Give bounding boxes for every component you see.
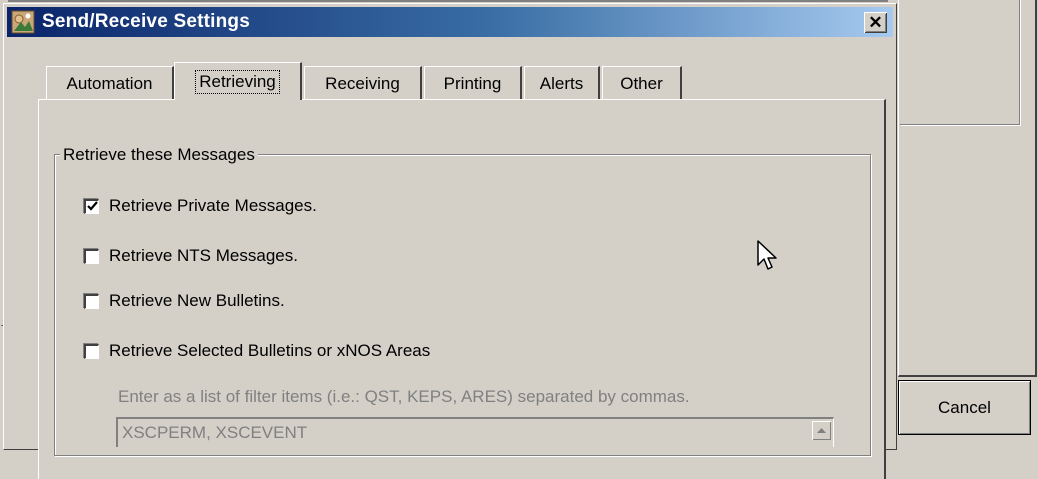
tab-alerts[interactable]: Alerts [524,66,600,100]
checkbox-retrieve-new-bulletins[interactable]: Retrieve New Bulletins. [84,291,285,311]
tab-label: Retrieving [195,69,280,94]
filter-hint: Enter as a list of filter items (i.e.: Q… [118,387,690,406]
checkbox-label: Retrieve Selected Bulletins or xNOS Area… [109,341,431,360]
tab-label: Automation [66,73,153,93]
background-toolbar-edge [8,0,888,2]
checkbox-box[interactable] [84,293,99,309]
tab-automation[interactable]: Automation [46,66,174,100]
tab-other[interactable]: Other [602,66,682,100]
close-button[interactable]: ✕ [864,12,887,33]
checkbox-label: Retrieve Private Messages. [109,196,317,215]
close-icon: ✕ [868,12,883,32]
app-icon [10,10,36,34]
tab-printing[interactable]: Printing [424,66,522,100]
tab-join [176,97,300,101]
scroll-up-button[interactable] [812,421,831,440]
checkbox-box[interactable] [84,343,99,359]
background-list-area [900,0,1020,125]
tab-label: Other [620,73,663,93]
tab-label: Receiving [325,73,400,93]
dialog-title: Send/Receive Settings [42,11,250,32]
group-title: Retrieve these Messages [60,145,258,165]
tab-label: Printing [443,73,502,93]
tab-label: Alerts [539,73,584,93]
cancel-button[interactable]: Cancel [898,380,1031,435]
checkbox-retrieve-nts[interactable]: Retrieve NTS Messages. [84,246,298,266]
mouse-cursor-icon [757,240,777,270]
checkbox-box[interactable] [84,198,99,214]
title-bar[interactable]: Send/Receive Settings ✕ [7,7,893,37]
checkbox-retrieve-private[interactable]: Retrieve Private Messages. [84,196,317,216]
checkbox-label: Retrieve New Bulletins. [109,291,285,310]
checkbox-label: Retrieve NTS Messages. [109,246,298,265]
tab-receiving[interactable]: Receiving [304,66,422,100]
scroll-up-arrow-icon [817,428,826,433]
checkbox-retrieve-selected-bulletins[interactable]: Retrieve Selected Bulletins or xNOS Area… [84,341,430,361]
checkmark-icon [86,201,98,211]
checkbox-box[interactable] [84,248,99,264]
tab-retrieving[interactable]: Retrieving [174,62,302,100]
